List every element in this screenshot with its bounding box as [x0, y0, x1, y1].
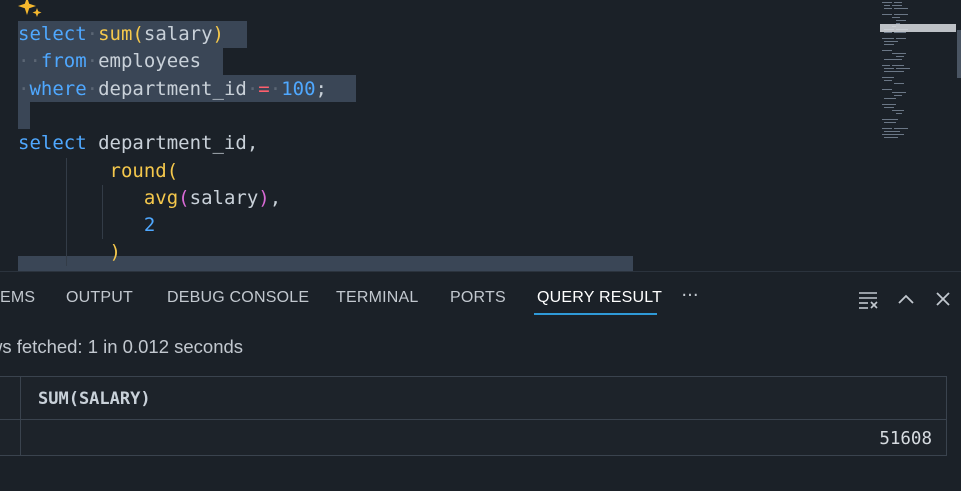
query-status: ws fetched: 1 in 0.012 seconds: [0, 336, 244, 357]
vscode-window: select·sum(salary) ··from·employees ·where…: [0, 0, 961, 491]
whitespace-marker: ·: [269, 77, 282, 100]
result-grid[interactable]: SUM(SALARY) 51608: [0, 376, 947, 456]
clear-all-icon[interactable]: [857, 288, 879, 310]
close-icon[interactable]: [932, 288, 954, 310]
editor-scrollbar[interactable]: [957, 30, 961, 78]
tab-ports[interactable]: PORTS: [450, 272, 506, 322]
tab-terminal[interactable]: TERMINAL: [336, 272, 419, 322]
code-token: =: [258, 77, 270, 100]
code-line[interactable]: 2: [18, 212, 155, 239]
code-line[interactable]: ·where·department_id·=·100;: [18, 76, 327, 103]
code-token: round: [109, 159, 167, 182]
tab-debug-console[interactable]: DEBUG CONSOLE: [167, 272, 309, 322]
code-line[interactable]: avg(salary),: [18, 185, 281, 212]
code-line[interactable]: round(: [18, 158, 179, 185]
code-token: ,: [269, 186, 282, 209]
column-header[interactable]: SUM(SALARY): [38, 377, 151, 420]
code-token: ): [109, 241, 121, 264]
code-token: salary: [143, 23, 213, 45]
tab-problems[interactable]: EMS: [0, 272, 35, 322]
whitespace-marker: ·: [86, 23, 99, 45]
code-token: select: [18, 23, 87, 45]
selection-highlight: [18, 102, 30, 129]
code-token: where: [29, 77, 87, 100]
panel-tab-bar: EMS OUTPUT DEBUG CONSOLE TERMINAL PORTS …: [0, 272, 961, 322]
code-line[interactable]: select department_id,: [18, 130, 258, 157]
whitespace-marker: ·: [86, 50, 99, 73]
sparkle-icon[interactable]: [17, 0, 43, 18]
row-number-column: [0, 377, 21, 455]
chevron-up-icon[interactable]: [895, 288, 917, 310]
code-token: 2: [143, 214, 156, 237]
code-token: (: [132, 23, 144, 45]
code-token: (: [178, 186, 190, 209]
code-token: ,: [246, 132, 259, 155]
whitespace-marker: ·: [246, 77, 259, 100]
whitespace-marker: ·: [86, 77, 99, 100]
table-cell[interactable]: 51608: [879, 420, 932, 456]
code-token: ;: [315, 77, 327, 100]
code-token: select: [18, 132, 87, 155]
code-token: ): [258, 186, 270, 209]
active-tab-indicator: [534, 313, 657, 315]
code-token: sum: [98, 23, 133, 45]
code-token: (: [166, 159, 179, 182]
code-line[interactable]: select·sum(salary): [18, 21, 224, 48]
code-editor[interactable]: select·sum(salary) ··from·employees ·where…: [0, 0, 961, 271]
minimap-slider[interactable]: [880, 24, 956, 32]
bottom-panel: EMS OUTPUT DEBUG CONSOLE TERMINAL PORTS …: [0, 271, 961, 491]
code-token: ): [212, 23, 224, 45]
tab-output[interactable]: OUTPUT: [66, 272, 133, 322]
code-token: department_id: [98, 77, 247, 100]
code-token: department_id: [98, 132, 247, 155]
code-token: employees: [98, 50, 202, 73]
code-line[interactable]: ): [18, 239, 121, 266]
minimap[interactable]: [880, 0, 960, 150]
code-token: from: [40, 50, 87, 73]
code-token: avg: [143, 186, 179, 209]
whitespace-marker: ·: [18, 77, 30, 100]
whitespace-marker: ··: [18, 50, 41, 73]
more-actions-icon[interactable]: ···: [679, 286, 701, 308]
code-token: salary: [189, 186, 259, 209]
code-line[interactable]: ··from·employees: [18, 48, 201, 75]
code-token: 100: [281, 77, 316, 100]
